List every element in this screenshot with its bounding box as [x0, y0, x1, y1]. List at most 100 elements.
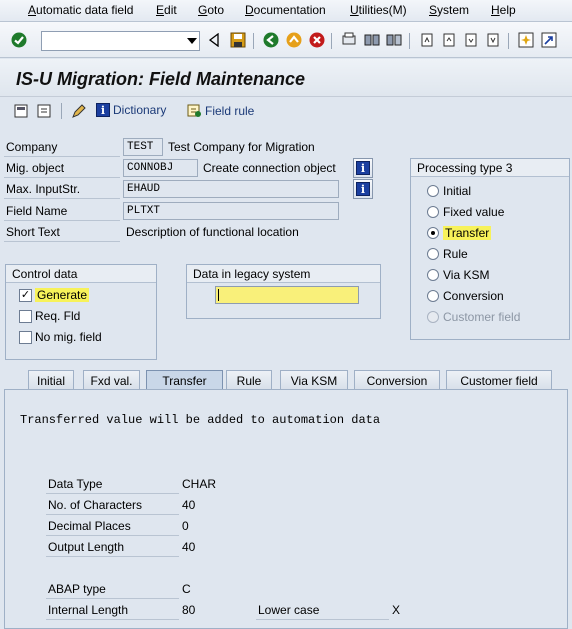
menu-help[interactable]: Help	[491, 3, 516, 17]
legacy-data-group: Data in legacy system	[186, 264, 381, 319]
decimal-places-label: Decimal Places	[48, 519, 131, 533]
dictionary-label: Dictionary	[113, 103, 167, 117]
tab-via-ksm[interactable]: Via KSM	[280, 370, 348, 390]
radio-label: Conversion	[443, 289, 504, 303]
dictionary-button[interactable]: i Dictionary	[96, 103, 166, 117]
legacy-value-input[interactable]	[215, 286, 359, 304]
checkbox-generate[interactable]: ✓ Generate	[19, 288, 90, 302]
characters-label: No. of Characters	[48, 498, 143, 512]
field-rule-icon	[187, 104, 201, 117]
field-name-field[interactable]: PLTXT	[123, 202, 339, 220]
control-data-group: Control data ✓ Generate Req. Fld No mig.…	[5, 264, 157, 360]
data-type-label: Data Type	[48, 477, 103, 491]
radio-fixed-value[interactable]: Fixed value	[427, 205, 504, 219]
output-length-value: 40	[182, 540, 196, 554]
radio-button[interactable]	[427, 269, 439, 281]
toolbar-separator	[253, 33, 254, 49]
field-name-label: Field Name	[6, 204, 68, 218]
print-icon[interactable]	[340, 31, 358, 49]
tab-rule[interactable]: Rule	[226, 370, 272, 390]
max-input-field[interactable]: EHAUD	[123, 180, 339, 198]
radio-customer-field: Customer field	[427, 310, 520, 324]
mig-object-field[interactable]: CONNOBJ	[123, 159, 198, 177]
chevron-down-icon[interactable]	[187, 38, 197, 44]
decimal-places-value: 0	[182, 519, 189, 533]
menu-documentation[interactable]: Documentation	[245, 3, 326, 17]
page-title: IS-U Migration: Field Maintenance	[16, 69, 306, 89]
toolbar-separator	[409, 33, 410, 49]
divider	[46, 619, 179, 620]
characters-value: 40	[182, 498, 196, 512]
info-icon: i	[356, 182, 370, 196]
menu-edit[interactable]: Edit	[156, 3, 177, 17]
command-field[interactable]	[41, 31, 200, 51]
radio-transfer[interactable]: Transfer	[427, 226, 492, 240]
checkbox[interactable]: ✓	[19, 288, 32, 302]
info-icon: i	[96, 103, 110, 117]
divider	[4, 156, 120, 157]
checkbox[interactable]	[19, 309, 32, 323]
tab-customer-field[interactable]: Customer field	[446, 370, 552, 390]
save-icon[interactable]	[229, 31, 247, 49]
exit-icon[interactable]	[285, 31, 303, 49]
menu-system[interactable]: System	[429, 3, 469, 17]
next-page-icon[interactable]	[462, 31, 480, 49]
tab-initial[interactable]: Initial	[28, 370, 74, 390]
radio-button[interactable]	[427, 248, 439, 260]
triangle-left-icon[interactable]	[205, 31, 223, 49]
standard-toolbar	[0, 22, 572, 58]
tab-conversion[interactable]: Conversion	[354, 370, 440, 390]
toolbar-separator	[331, 33, 332, 49]
company-field[interactable]: TEST	[123, 138, 163, 156]
lower-case-label: Lower case	[258, 603, 320, 617]
field-rule-button[interactable]: Field rule	[187, 103, 254, 118]
menu-utilities[interactable]: Utilities(M)	[350, 3, 407, 17]
cancel-icon[interactable]	[308, 31, 326, 49]
radio-button-selected[interactable]	[427, 227, 439, 239]
data-type-value: CHAR	[182, 477, 217, 491]
checkbox-label: Generate	[35, 288, 90, 302]
processing-type-group: Processing type 3 Initial Fixed value Tr…	[410, 158, 570, 340]
processing-type-title: Processing type 3	[411, 159, 569, 177]
short-text-label: Short Text	[6, 225, 60, 239]
checkbox-label: Req. Fld	[35, 309, 81, 323]
other-object-icon[interactable]	[35, 102, 53, 120]
radio-rule[interactable]: Rule	[427, 247, 468, 261]
internal-length-value: 80	[182, 603, 196, 617]
divider	[256, 619, 389, 620]
tab-transfer[interactable]: Transfer	[146, 370, 223, 390]
radio-via-ksm[interactable]: Via KSM	[427, 268, 489, 282]
checkbox-no-mig-field[interactable]: No mig. field	[19, 330, 102, 344]
divider	[4, 241, 120, 242]
radio-button[interactable]	[427, 290, 439, 302]
first-page-icon[interactable]	[418, 31, 436, 49]
checkbox[interactable]	[19, 330, 32, 344]
checkmark-icon[interactable]	[10, 31, 28, 49]
radio-label: Customer field	[443, 310, 521, 324]
find-icon[interactable]	[363, 31, 381, 49]
mig-object-info-button[interactable]: i	[353, 158, 373, 178]
transfer-message: Transferred value will be added to autom…	[20, 413, 381, 427]
find-next-icon[interactable]	[385, 31, 403, 49]
radio-label: Fixed value	[443, 205, 505, 219]
back-icon[interactable]	[262, 31, 280, 49]
radio-button[interactable]	[427, 185, 439, 197]
pencil-icon[interactable]	[70, 102, 88, 120]
checkbox-req-fld[interactable]: Req. Fld	[19, 309, 80, 323]
divider	[46, 556, 179, 557]
shortcut-icon[interactable]	[540, 31, 558, 49]
radio-conversion[interactable]: Conversion	[427, 289, 504, 303]
tab-fxd-val[interactable]: Fxd val.	[83, 370, 140, 390]
radio-initial[interactable]: Initial	[427, 184, 471, 198]
last-page-icon[interactable]	[484, 31, 502, 49]
internal-length-label: Internal Length	[48, 603, 129, 617]
radio-button[interactable]	[427, 206, 439, 218]
max-input-info-button[interactable]: i	[353, 179, 373, 199]
display-change-icon[interactable]	[12, 102, 30, 120]
menu-automatic-data-field[interactable]: Automatic data field	[28, 3, 133, 17]
menu-goto[interactable]: Goto	[198, 3, 224, 17]
divider	[4, 198, 120, 199]
create-session-icon[interactable]	[517, 31, 535, 49]
previous-page-icon[interactable]	[440, 31, 458, 49]
radio-label: Via KSM	[443, 268, 490, 282]
